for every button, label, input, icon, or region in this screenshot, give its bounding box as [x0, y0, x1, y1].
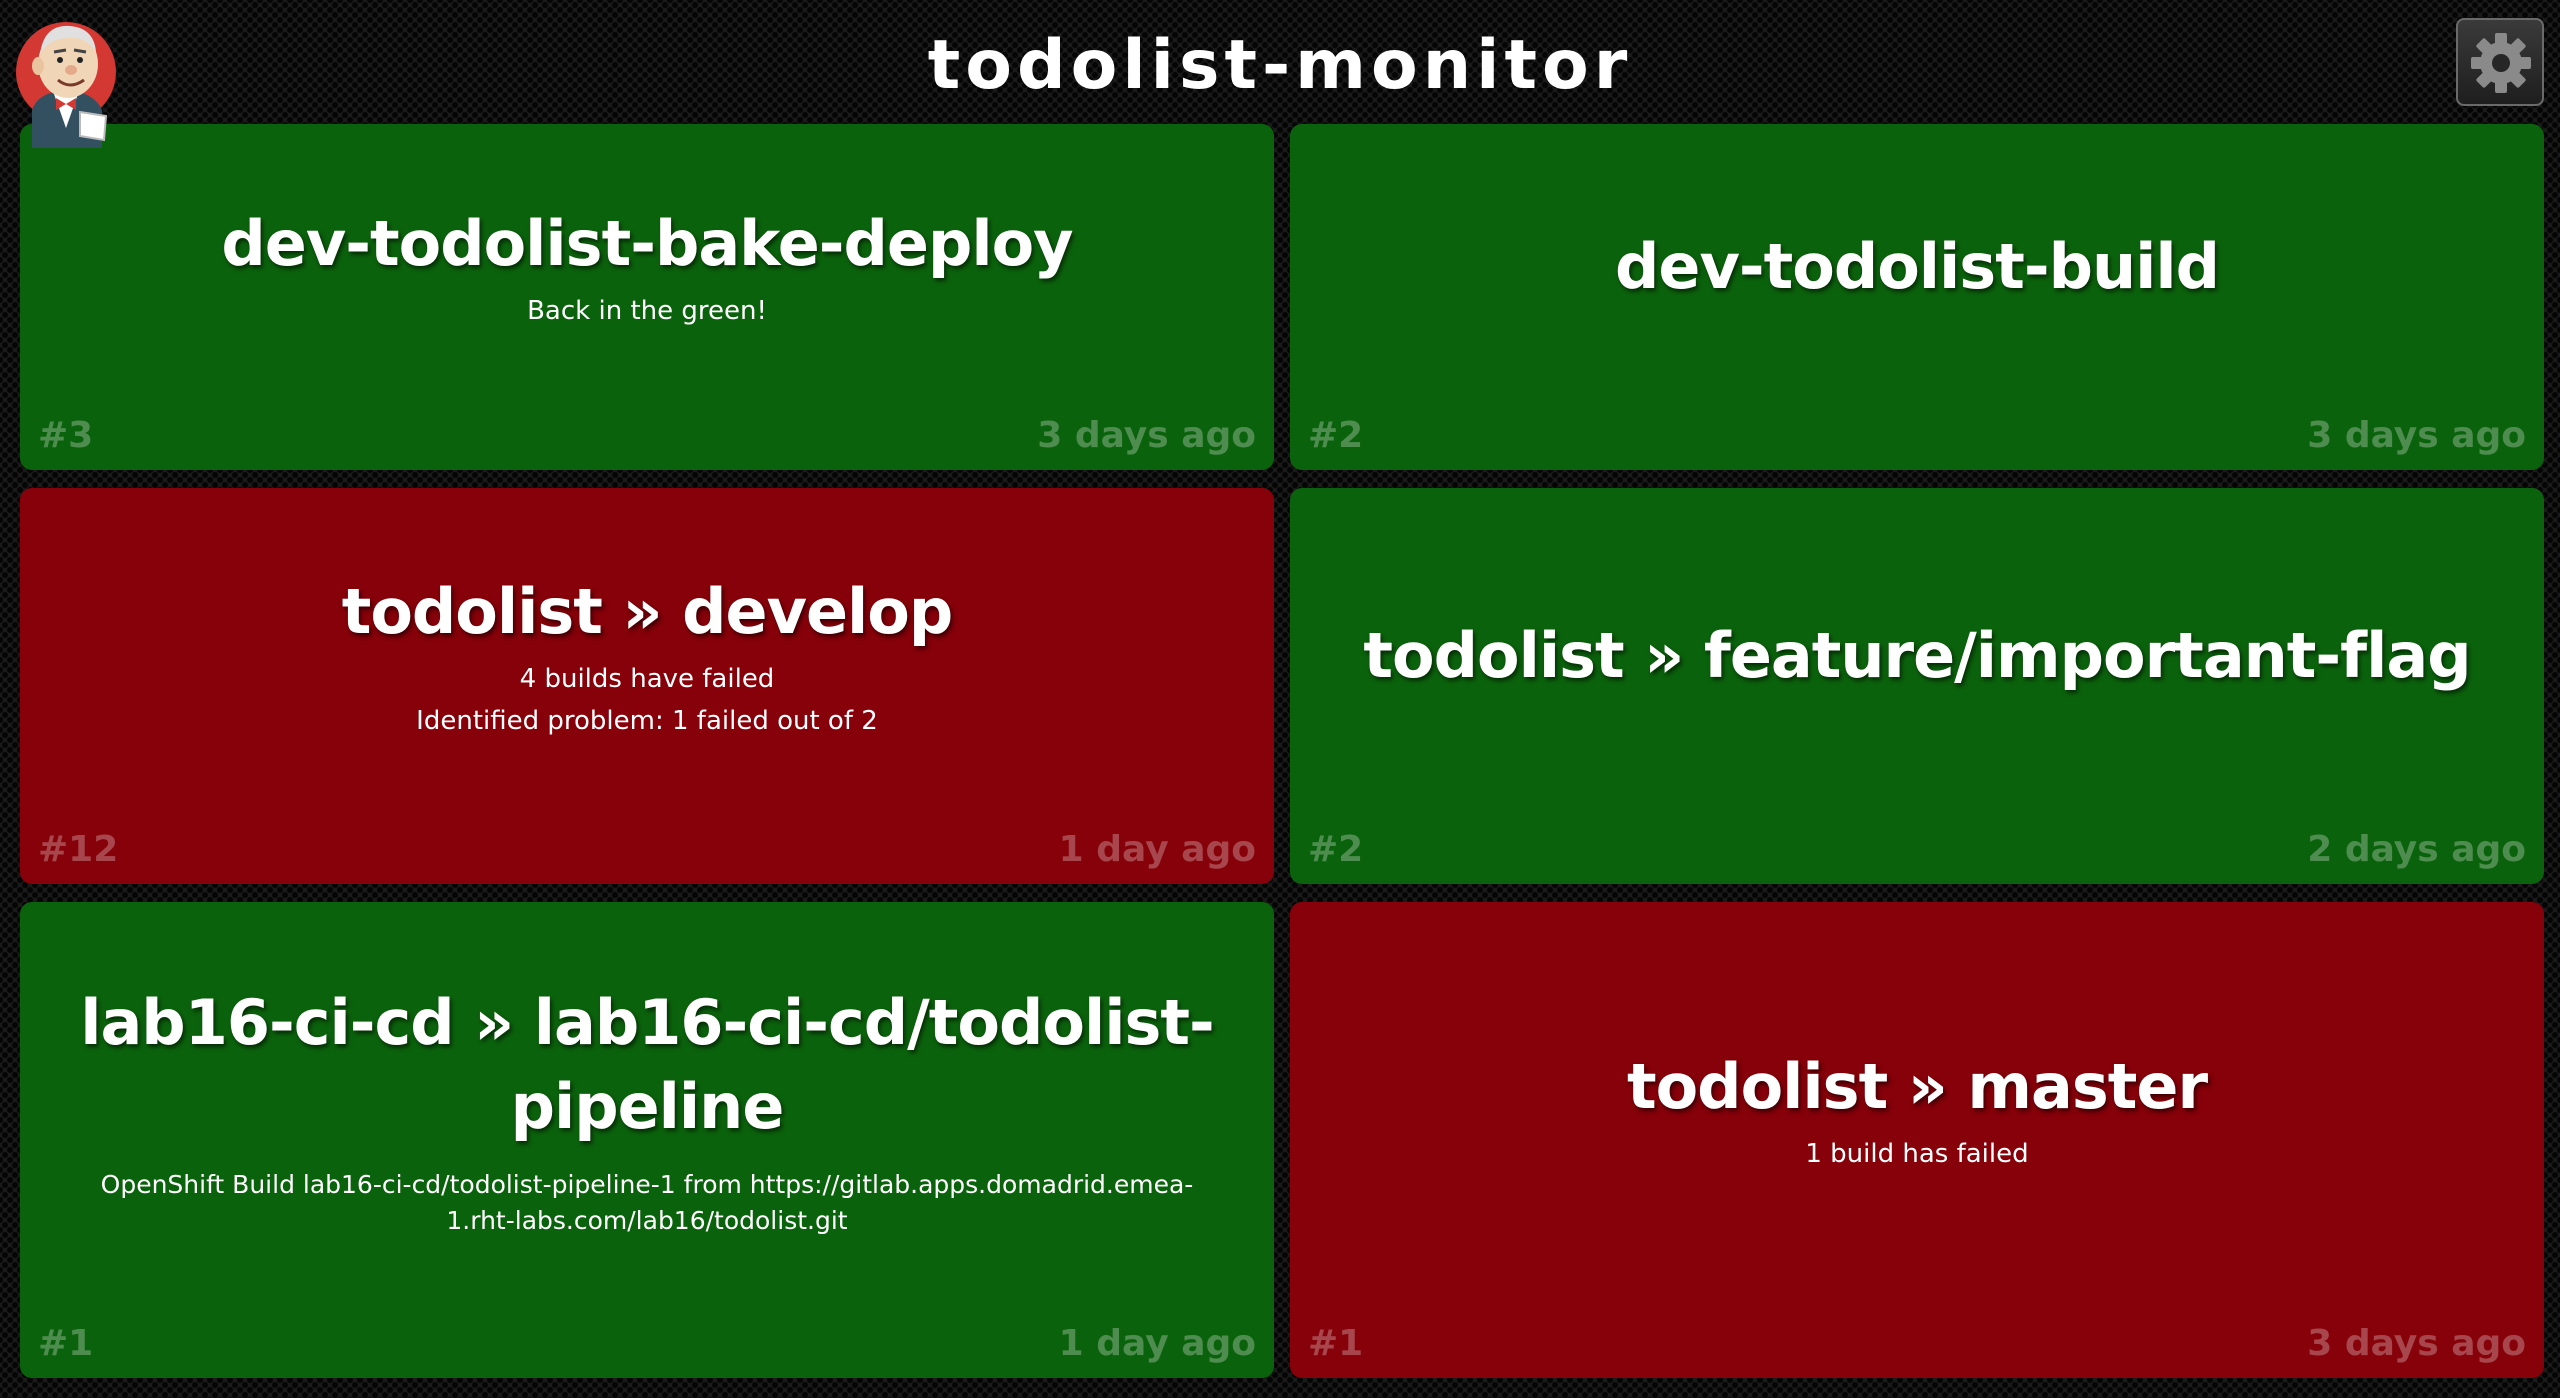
- job-tile-dev-todolist-bake-deploy[interactable]: dev-todolist-bake-deploy Back in the gre…: [20, 124, 1274, 470]
- build-time: 3 days ago: [1037, 415, 1256, 456]
- page-title: todolist-monitor: [927, 26, 1633, 105]
- build-time: 1 day ago: [1058, 1323, 1256, 1364]
- tile-content: todolist » feature/important-flag: [1320, 488, 2514, 824]
- build-number: #2: [1308, 415, 1364, 456]
- job-tile-dev-todolist-build[interactable]: dev-todolist-build #2 3 days ago: [1290, 124, 2544, 470]
- job-name: dev-todolist-bake-deploy: [221, 207, 1073, 280]
- job-name: todolist » master: [1626, 1050, 2208, 1123]
- build-number: #1: [38, 1323, 94, 1364]
- job-status-message: Back in the green!: [527, 296, 767, 326]
- build-time: 3 days ago: [2307, 415, 2526, 456]
- job-tile-todolist-develop[interactable]: todolist » develop 4 builds have failed …: [20, 488, 1274, 884]
- build-number: #3: [38, 415, 94, 456]
- settings-button[interactable]: [2456, 18, 2544, 106]
- build-time: 1 day ago: [1058, 829, 1256, 870]
- job-name: todolist » develop: [341, 575, 954, 648]
- tile-content: lab16-ci-cd » lab16-ci-cd/todolist-pipel…: [50, 902, 1244, 1318]
- job-tile-lab16-todolist-pipeline[interactable]: lab16-ci-cd » lab16-ci-cd/todolist-pipel…: [20, 902, 1274, 1378]
- job-tile-todolist-feature-important-flag[interactable]: todolist » feature/important-flag #2 2 d…: [1290, 488, 2544, 884]
- job-name: todolist » feature/important-flag: [1363, 619, 2471, 692]
- build-number: #1: [1308, 1323, 1364, 1364]
- tile-content: todolist » develop 4 builds have failed …: [50, 488, 1244, 824]
- job-name: dev-todolist-build: [1615, 230, 2220, 303]
- gear-icon: [2471, 33, 2531, 93]
- tile-content: todolist » master 1 build has failed: [1320, 902, 2514, 1318]
- tile-content: dev-todolist-bake-deploy Back in the gre…: [50, 124, 1244, 410]
- job-name: lab16-ci-cd » lab16-ci-cd/todolist-pipel…: [80, 986, 1215, 1143]
- build-number: #12: [38, 829, 119, 870]
- build-time: 2 days ago: [2307, 829, 2526, 870]
- jenkins-logo-icon: [14, 8, 120, 148]
- job-status-message: 1 build has failed: [1805, 1139, 2029, 1169]
- build-time: 3 days ago: [2307, 1323, 2526, 1364]
- job-description: OpenShift Build lab16-ci-cd/todolist-pip…: [100, 1170, 1194, 1235]
- job-status-message: Identified problem: 1 failed out of 2: [416, 706, 878, 736]
- tile-content: dev-todolist-build: [1320, 124, 2514, 410]
- build-number: #2: [1308, 829, 1364, 870]
- job-status-message: 4 builds have failed: [519, 664, 775, 694]
- header: todolist-monitor: [0, 0, 2560, 148]
- job-tile-todolist-master[interactable]: todolist » master 1 build has failed #1 …: [1290, 902, 2544, 1378]
